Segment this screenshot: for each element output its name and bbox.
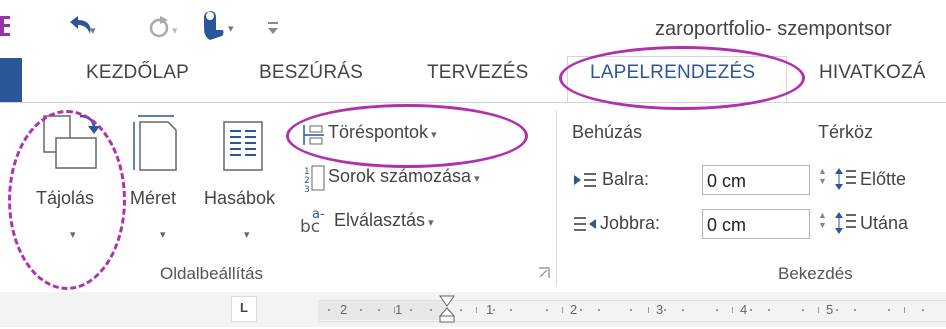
indent-right-label: Jobbra: <box>600 213 661 233</box>
indent-right-icon <box>572 214 598 234</box>
spacing-after-icon <box>834 210 858 236</box>
ruler-number: 2 <box>340 302 348 317</box>
hyphenation-button[interactable]: Elválasztás ▾ <box>334 210 434 231</box>
indent-left-icon <box>572 170 598 190</box>
tab-hivatkozasok[interactable]: HIVATKOZÁ <box>819 62 926 84</box>
columns-dropdown-icon[interactable]: ▾ <box>244 228 250 241</box>
size-button-label[interactable]: Méret <box>130 188 176 209</box>
svg-text:3: 3 <box>304 185 310 192</box>
svg-text:a-: a- <box>312 207 325 222</box>
paragraph-group-label: Bekezdés <box>778 264 853 283</box>
redo-icon[interactable]: ▾ <box>146 12 182 42</box>
line-numbers-label: Sorok számozása <box>328 166 472 186</box>
ruler-number: 4 <box>740 302 748 317</box>
spacing-after-label: Utána <box>860 213 909 233</box>
file-tab[interactable] <box>0 58 22 102</box>
line-numbers-dropdown-icon: ▾ <box>471 173 480 185</box>
tab-kezdolap[interactable]: KEZDŐLAP <box>86 62 189 84</box>
size-icon <box>130 112 182 174</box>
ruler-number: 3 <box>656 302 664 317</box>
tab-beszuras[interactable]: BESZÚRÁS <box>259 62 363 84</box>
indent-left-value: 0 cm <box>707 171 747 191</box>
annotation-ellipse-orientation <box>8 110 126 290</box>
page-setup-dialog-launcher-icon[interactable] <box>537 266 551 280</box>
indent-header: Behúzás <box>572 122 643 142</box>
spacing-header: Térköz <box>818 122 874 142</box>
tab-tervezes[interactable]: TERVEZÉS <box>427 62 529 84</box>
svg-text:▾: ▾ <box>90 24 96 37</box>
columns-icon <box>222 120 266 174</box>
indent-left-spinner-icon[interactable]: ▲ ▼ <box>818 166 827 186</box>
word-app-icon <box>0 14 12 38</box>
tab-selector-glyph: L <box>240 300 248 315</box>
indent-left-label: Balra: <box>602 169 650 189</box>
ruler-number: 2 <box>570 302 578 317</box>
indent-right-spinner-icon[interactable]: ▲ ▼ <box>818 210 827 230</box>
svg-text:▾: ▾ <box>228 22 234 35</box>
indent-right-input[interactable]: 0 cm <box>702 209 810 239</box>
ruler-number: 1 <box>486 302 494 317</box>
document-title: zaroportfolio- szempontsor <box>655 18 892 40</box>
annotation-ellipse-breaks <box>286 104 528 168</box>
hyphenation-icon: bc a- <box>300 206 330 237</box>
undo-icon[interactable]: ▾ <box>64 12 98 42</box>
hyphenation-dropdown-icon: ▾ <box>425 217 434 229</box>
columns-button-label[interactable]: Hasábok <box>204 188 275 209</box>
size-dropdown-icon[interactable]: ▾ <box>160 228 166 241</box>
tab-selector[interactable]: L <box>231 296 257 322</box>
customize-qat-icon[interactable] <box>266 20 280 40</box>
ruler-ticks <box>318 300 946 320</box>
indent-marker-icon[interactable] <box>438 294 456 324</box>
svg-text:▾: ▾ <box>172 24 178 37</box>
ruler-number: 5 <box>826 302 834 317</box>
spacing-before-label: Előtte <box>860 169 907 189</box>
touch-mode-icon[interactable]: ▾ <box>196 8 248 44</box>
page-setup-group-label: Oldalbeállítás <box>160 264 264 283</box>
annotation-ellipse-tab <box>559 46 805 110</box>
indent-left-input[interactable]: 0 cm <box>702 165 810 195</box>
ruler-number: 1 <box>395 302 403 317</box>
group-separator <box>556 110 557 286</box>
line-numbers-icon: 123 <box>304 164 326 195</box>
hyphenation-label: Elválasztás <box>334 210 426 230</box>
indent-right-value: 0 cm <box>707 215 747 235</box>
spacing-before-icon <box>834 166 858 192</box>
line-numbers-button[interactable]: Sorok számozása ▾ <box>328 166 480 187</box>
